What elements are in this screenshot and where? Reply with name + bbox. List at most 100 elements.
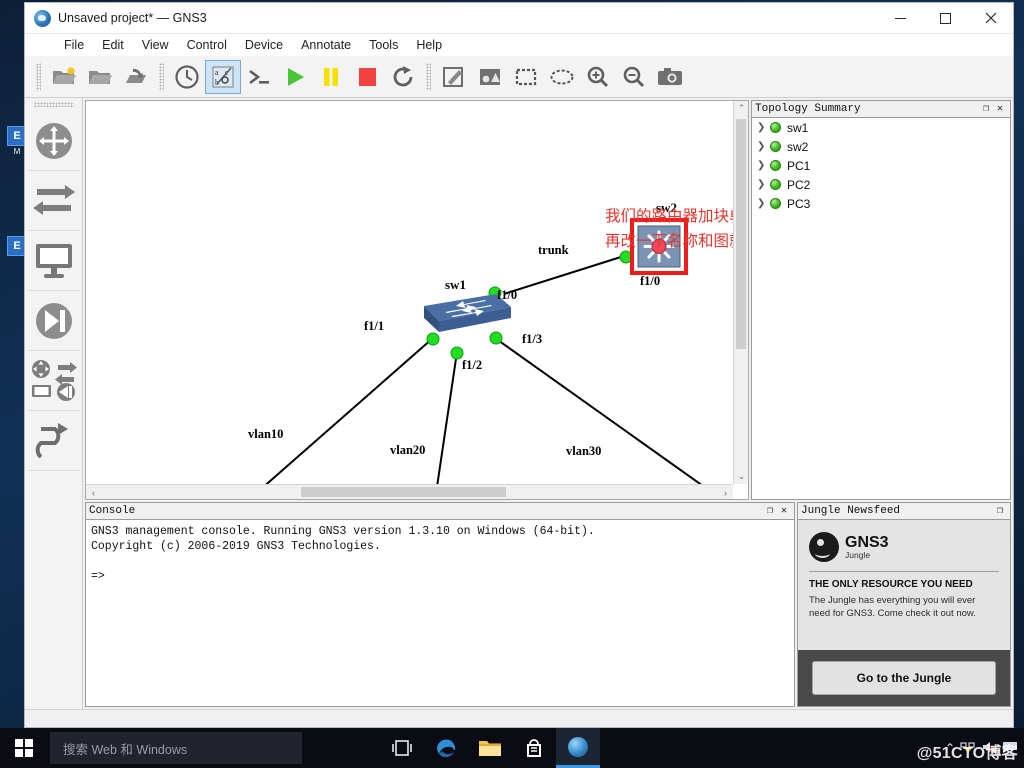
newsfeed-body: The Jungle has everything you will ever … — [809, 595, 976, 619]
open-project-icon[interactable] — [82, 60, 118, 94]
horizontal-scroll-thumb[interactable] — [301, 487, 506, 497]
zoom-out-icon[interactable] — [616, 60, 652, 94]
reload-all-icon[interactable] — [385, 60, 421, 94]
switches-icon[interactable] — [27, 171, 80, 231]
interface-label-sw1-f1-3[interactable]: f1/3 — [522, 332, 542, 347]
title-bar[interactable]: Unsaved project* — GNS3 — [25, 3, 1013, 34]
draw-ellipse-icon[interactable] — [544, 60, 580, 94]
stop-all-icon[interactable] — [349, 60, 385, 94]
topology-item-pc2[interactable]: ❯ PC2 — [752, 175, 1010, 194]
newsfeed-logo: GNS3 Jungle — [809, 532, 999, 562]
menu-edit[interactable]: Edit — [93, 37, 133, 53]
show-hide-interface-labels-icon[interactable]: a c b — [205, 59, 241, 94]
link-label-trunk[interactable]: trunk — [538, 243, 569, 258]
maximize-button[interactable] — [923, 3, 968, 34]
menu-tools[interactable]: Tools — [360, 37, 407, 53]
toolbar-grip-3[interactable] — [426, 62, 431, 91]
insert-image-icon[interactable] — [472, 60, 508, 94]
newsfeed-brand: GNS3 — [845, 533, 889, 551]
node-label-sw1[interactable]: sw1 — [445, 277, 466, 293]
menu-device[interactable]: Device — [236, 37, 292, 53]
topology-item-label: PC1 — [787, 158, 811, 173]
chevron-right-icon[interactable]: ❯ — [757, 179, 770, 190]
console-all-icon[interactable] — [241, 60, 277, 94]
store-icon[interactable] — [512, 728, 556, 768]
topology-item-pc3[interactable]: ❯ PC3 — [752, 194, 1010, 213]
chevron-right-icon[interactable]: ❯ — [757, 122, 770, 133]
canvas-inner[interactable]: sw1 sw2 PC1 PC2 PC3 trunk vlan10 vlan20 … — [86, 101, 748, 499]
console-titlebar: Console ❐ ✕ — [85, 502, 795, 519]
go-to-jungle-button[interactable]: Go to the Jungle — [812, 661, 996, 695]
interface-label-sw1-f1-1[interactable]: f1/1 — [364, 319, 384, 334]
console-close-button[interactable]: ✕ — [777, 504, 791, 518]
gns3-taskbar-icon[interactable] — [556, 728, 600, 768]
menu-view[interactable]: View — [133, 37, 178, 53]
start-all-icon[interactable] — [277, 60, 313, 94]
status-led-icon — [770, 160, 781, 171]
screenshot-icon[interactable] — [652, 60, 688, 94]
close-button[interactable] — [968, 3, 1013, 34]
console-float-button[interactable]: ❐ — [763, 504, 777, 518]
gns3-chameleon-icon — [34, 9, 51, 27]
menu-help[interactable]: Help — [407, 37, 451, 53]
edge-icon[interactable] — [424, 728, 468, 768]
topology-summary-tree[interactable]: ❯ sw1 ❯ sw2 ❯ PC1 ❯ PC2 ❯ PC3 — [751, 117, 1011, 500]
newsfeed-float-button[interactable]: ❐ — [993, 504, 1007, 518]
scroll-right-arrow[interactable]: › — [718, 485, 733, 500]
start-button[interactable] — [0, 728, 48, 768]
console-output[interactable]: GNS3 management console. Running GNS3 ve… — [85, 519, 795, 707]
routers-icon[interactable] — [27, 111, 80, 171]
menu-file[interactable]: File — [55, 37, 93, 53]
link-label-vlan10[interactable]: vlan10 — [248, 427, 283, 442]
link-label-vlan30[interactable]: vlan30 — [566, 444, 601, 459]
link-label-vlan20[interactable]: vlan20 — [390, 443, 425, 458]
console-title: Console — [89, 505, 136, 517]
topology-item-sw1[interactable]: ❯ sw1 — [752, 118, 1010, 137]
interface-label-sw1-f1-2[interactable]: f1/2 — [462, 358, 482, 373]
canvas-horizontal-scrollbar[interactable]: ‹ › — [86, 484, 733, 499]
scroll-up-arrow[interactable]: ⌃ — [734, 101, 749, 116]
taskbar-search-input[interactable]: 搜索 Web 和 Windows — [50, 732, 302, 764]
add-link-icon[interactable] — [27, 411, 80, 471]
snapshot-clock-icon[interactable] — [169, 60, 205, 94]
save-project-as-icon[interactable] — [118, 60, 154, 94]
interface-label-sw2-f1-0[interactable]: f1/0 — [640, 274, 660, 289]
file-explorer-icon[interactable] — [468, 728, 512, 768]
topology-item-sw2[interactable]: ❯ sw2 — [752, 137, 1010, 156]
pause-all-icon[interactable] — [313, 60, 349, 94]
draw-rectangle-icon[interactable] — [508, 60, 544, 94]
status-led-icon — [770, 141, 781, 152]
chevron-right-icon[interactable]: ❯ — [757, 160, 770, 171]
topology-canvas[interactable]: sw1 sw2 PC1 PC2 PC3 trunk vlan10 vlan20 … — [85, 100, 749, 500]
interface-label-sw1-f1-0[interactable]: f1/0 — [497, 288, 517, 303]
task-view-icon[interactable] — [380, 728, 424, 768]
topology-summary-close-button[interactable]: ✕ — [993, 102, 1007, 116]
annotation-line-1: 我们的路由器加块单板就是了， — [605, 207, 748, 225]
menu-control[interactable]: Control — [178, 37, 236, 53]
minimize-button[interactable] — [878, 3, 923, 34]
security-devices-icon[interactable] — [27, 291, 80, 351]
canvas-vertical-scrollbar[interactable]: ⌃ ⌄ — [733, 101, 748, 484]
new-project-icon[interactable] — [46, 60, 82, 94]
end-devices-icon[interactable] — [27, 231, 80, 291]
menu-annotate[interactable]: Annotate — [292, 37, 360, 53]
console-prompt[interactable]: => — [91, 569, 789, 584]
all-devices-icon[interactable] — [27, 351, 80, 411]
svg-text:a: a — [215, 68, 219, 77]
window-body: sw1 sw2 PC1 PC2 PC3 trunk vlan10 vlan20 … — [25, 98, 1013, 709]
topology-item-pc1[interactable]: ❯ PC1 — [752, 156, 1010, 175]
scroll-left-arrow[interactable]: ‹ — [86, 485, 101, 500]
vertical-scroll-thumb[interactable] — [736, 119, 746, 349]
right-dock: Topology Summary ❐ ✕ ❯ sw1 ❯ sw2 ❯ PC1 ❯… — [751, 98, 1013, 502]
device-toolbar-grip[interactable] — [33, 102, 74, 107]
chevron-right-icon[interactable]: ❯ — [757, 198, 770, 209]
chevron-right-icon[interactable]: ❯ — [757, 141, 770, 152]
add-note-icon[interactable] — [436, 60, 472, 94]
scroll-down-arrow[interactable]: ⌄ — [734, 469, 749, 484]
canvas-annotation[interactable]: 我们的路由器加块单板就是了， 再改一下名称和图就可以了 — [605, 204, 748, 254]
window-title: Unsaved project* — GNS3 — [58, 11, 207, 25]
topology-summary-float-button[interactable]: ❐ — [979, 102, 993, 116]
zoom-in-icon[interactable] — [580, 60, 616, 94]
toolbar-grip[interactable] — [36, 62, 41, 91]
toolbar-grip-2[interactable] — [159, 62, 164, 91]
